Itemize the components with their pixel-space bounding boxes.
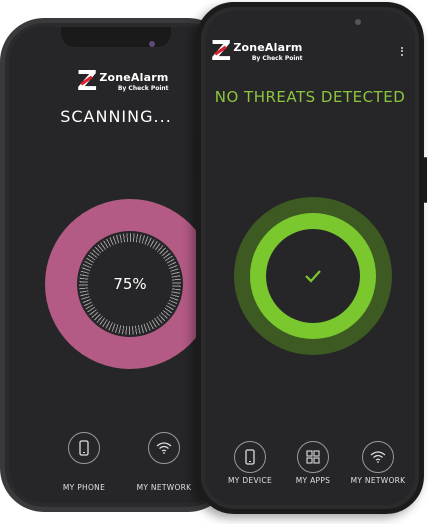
scanning-title: SCANNING... (60, 107, 172, 126)
apps-icon (306, 450, 320, 464)
zonealarm-logo: Z ZoneAlarm By Check Point (211, 37, 303, 65)
my-network-label: MY NETWORK (350, 476, 406, 485)
status-title: NO THREATS DETECTED (214, 88, 406, 106)
front-camera (149, 41, 155, 47)
back-phone-screen: Z ZoneAlarm By Check Point SCANNING... 7… (9, 27, 223, 503)
logo-brand: ZoneAlarm (233, 40, 303, 54)
power-button (424, 157, 427, 203)
my-phone-label: MY PHONE (62, 483, 106, 492)
logo-byline: By Check Point (251, 54, 303, 62)
phone-icon (245, 449, 255, 465)
front-phone-screen: Z ZoneAlarm By Check Point NO THREATS DE… (205, 11, 415, 505)
wifi-icon (156, 442, 172, 454)
wifi-icon (370, 451, 386, 463)
my-phone-button[interactable] (68, 432, 100, 464)
logo-brand: ZoneAlarm (99, 70, 169, 84)
front-phone: Z ZoneAlarm By Check Point NO THREATS DE… (193, 2, 427, 514)
zonealarm-logo: Z ZoneAlarm By Check Point (77, 67, 169, 95)
logo-byline: By Check Point (117, 84, 169, 92)
my-apps-button[interactable] (297, 441, 329, 473)
scan-progress-value: 75% (113, 275, 147, 293)
logo-mark: Z (211, 34, 231, 67)
scan-progress-ring: 75% (45, 199, 215, 369)
checkmark-icon (305, 270, 321, 283)
my-network-label: MY NETWORK (136, 483, 192, 492)
phone-icon (79, 440, 89, 456)
kebab-menu-icon[interactable] (401, 45, 403, 57)
volume-button (193, 137, 196, 177)
my-device-button[interactable] (234, 441, 266, 473)
logo-mark: Z (77, 64, 97, 97)
front-camera (355, 19, 361, 25)
my-network-button[interactable] (148, 432, 180, 464)
status-ring (234, 197, 392, 355)
my-network-button[interactable] (362, 441, 394, 473)
